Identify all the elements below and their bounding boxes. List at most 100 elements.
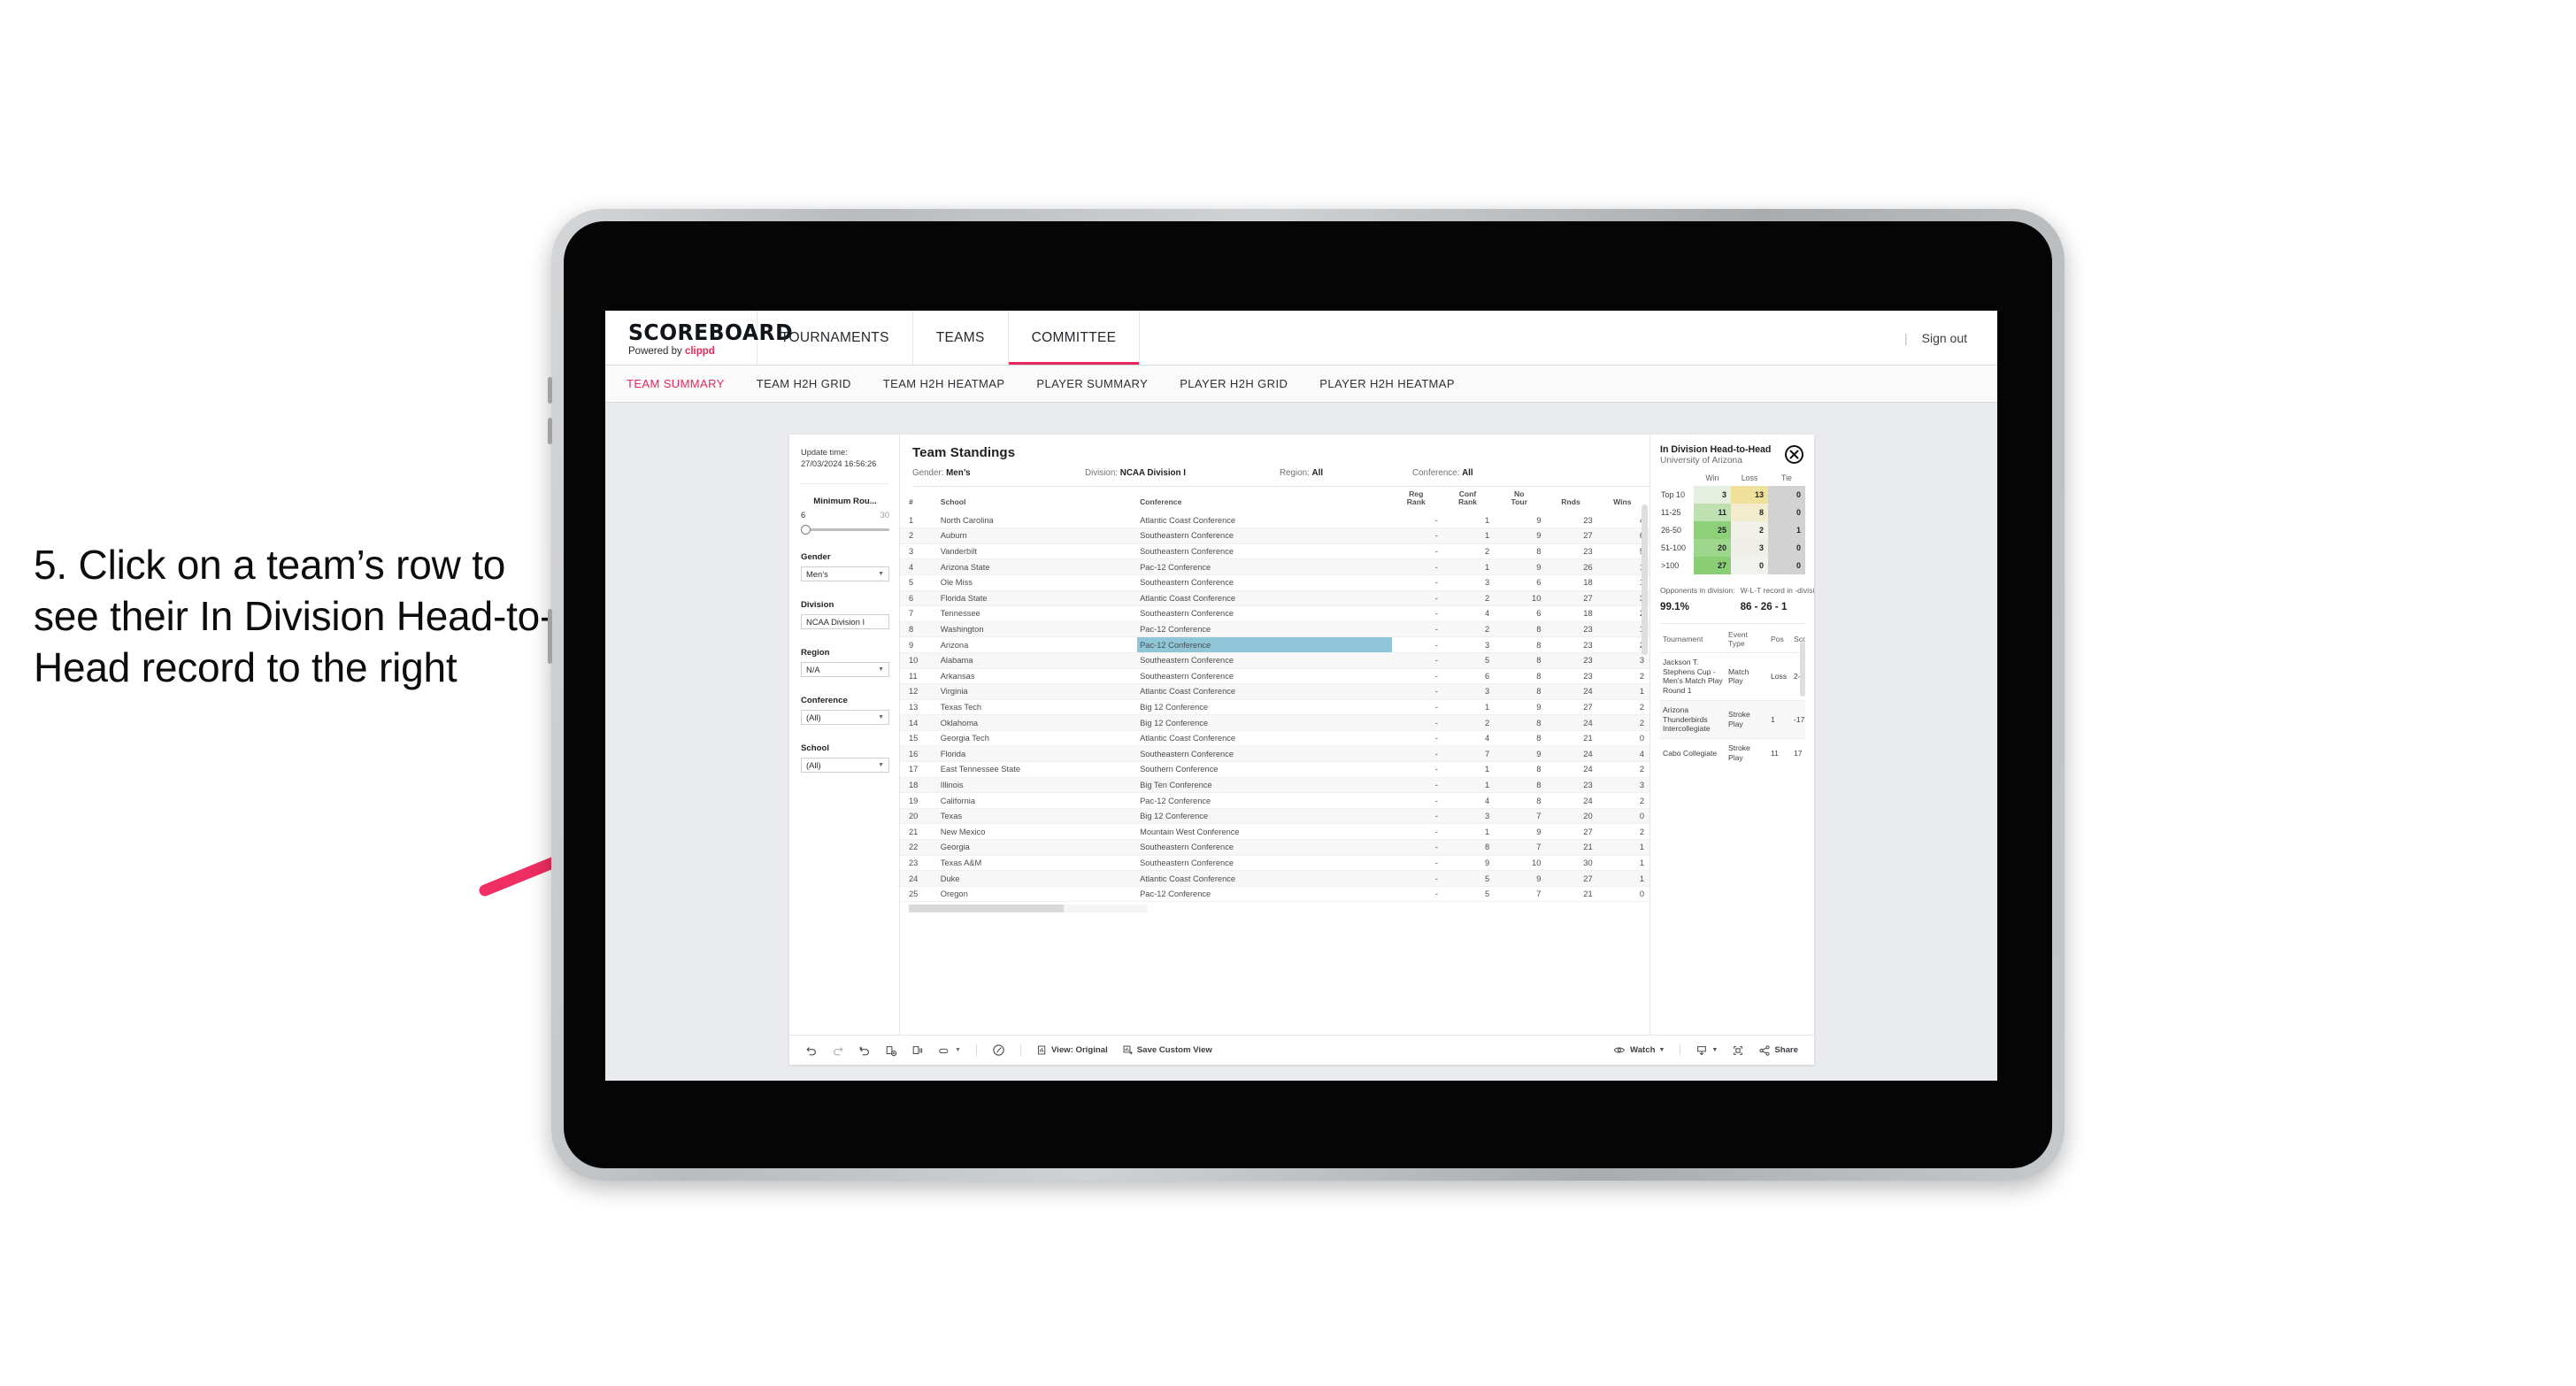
horizontal-scrollbar[interactable]	[909, 905, 1148, 913]
table-row[interactable]: 12 Virginia Atlantic Coast Conference -3 8 24…	[900, 683, 1649, 700]
h2h-cell-loss[interactable]: 8	[1731, 504, 1768, 521]
device-button-volume-down[interactable]	[548, 418, 552, 444]
cell-reg-rank[interactable]: -	[1391, 761, 1443, 778]
cell-school[interactable]: East Tennessee State	[937, 761, 1138, 778]
cell-reg-rank[interactable]: -	[1391, 527, 1443, 544]
cell-no-tour[interactable]: 8	[1495, 683, 1547, 700]
undo-icon[interactable]	[798, 1044, 825, 1057]
cell-rnds[interactable]: 23	[1546, 636, 1598, 653]
cell-conference[interactable]: Pac-12 Conference	[1137, 621, 1392, 638]
cell-no-tour[interactable]: 7	[1495, 839, 1547, 856]
cell-school[interactable]: Duke	[937, 870, 1138, 887]
h2h-cell-win[interactable]: 25	[1694, 521, 1731, 539]
cell-no-tour[interactable]: 8	[1495, 714, 1547, 731]
cell-conf-rank[interactable]: 3	[1442, 636, 1496, 653]
cell-no-tour[interactable]: 8	[1495, 652, 1547, 669]
cell-conf-rank[interactable]: 8	[1442, 839, 1496, 856]
cell-school[interactable]: Arizona	[937, 636, 1138, 653]
cell-conference[interactable]: Southeastern Conference	[1137, 574, 1392, 591]
fullscreen-button[interactable]	[1725, 1044, 1751, 1057]
cell-conference[interactable]: Pac-12 Conference	[1137, 558, 1392, 575]
cell-rank[interactable]: 15	[900, 730, 938, 747]
cell-conference[interactable]: Southeastern Conference	[1137, 652, 1392, 669]
cell-conf-rank[interactable]: 1	[1442, 777, 1496, 794]
cell-no-tour[interactable]: 6	[1495, 605, 1547, 622]
refresh-data-icon[interactable]	[878, 1044, 904, 1057]
tab-team-summary[interactable]: TEAM SUMMARY	[627, 377, 725, 390]
sign-out-link[interactable]: Sign out	[1922, 331, 1967, 345]
cell-school[interactable]: Texas A&M	[937, 855, 1138, 872]
cell-school[interactable]: Alabama	[937, 652, 1138, 669]
table-row[interactable]: 25 Oregon Pac-12 Conference -5 7 21 0	[900, 886, 1649, 903]
cell-no-tour[interactable]: 8	[1495, 761, 1547, 778]
cell-conf-rank[interactable]: 1	[1442, 512, 1496, 529]
h2h-cell-win[interactable]: 11	[1694, 504, 1731, 521]
cell-conf-rank[interactable]: 3	[1442, 683, 1496, 700]
h2h-cell-tie[interactable]: 0	[1768, 504, 1805, 521]
cell-school[interactable]: Florida	[937, 745, 1138, 763]
cell-rank[interactable]: 6	[900, 590, 938, 607]
cell-reg-rank[interactable]: -	[1391, 808, 1443, 825]
h2h-cell-loss[interactable]: 2	[1731, 521, 1768, 539]
cell-conf-rank[interactable]: 4	[1442, 730, 1496, 747]
table-row[interactable]: 9ArizonaPac-12 Conference-38232	[900, 636, 1649, 653]
cell-conf-rank[interactable]: 4	[1442, 792, 1496, 809]
nav-teams[interactable]: TEAMS	[913, 311, 1009, 365]
cell-school[interactable]: California	[937, 792, 1138, 809]
cell-school[interactable]: Texas Tech	[937, 699, 1138, 716]
col-school[interactable]: School	[937, 487, 1138, 513]
table-row[interactable]: 3VanderbiltSoutheastern Conference-28235	[900, 543, 1649, 560]
cell-no-tour[interactable]: 8	[1495, 777, 1547, 794]
h2h-cell-tie[interactable]: 0	[1768, 557, 1805, 574]
filter-gender-select[interactable]: Men’s ▼	[801, 566, 889, 582]
cell-conference[interactable]: Big Ten Conference	[1137, 777, 1392, 794]
cell-no-tour[interactable]: 7	[1495, 808, 1547, 825]
vertical-scrollbar-thumb[interactable]	[1642, 504, 1648, 655]
watch-button[interactable]: Watch ▼	[1606, 1044, 1672, 1056]
table-row[interactable]: 2AuburnSoutheastern Conference-19276	[900, 527, 1649, 544]
cell-conf-rank[interactable]: 3	[1442, 574, 1496, 591]
cell-conf-rank[interactable]: 2	[1442, 621, 1496, 638]
col-rank[interactable]: #	[900, 487, 938, 513]
cell-conference[interactable]: Pac-12 Conference	[1137, 636, 1392, 653]
cell-conference[interactable]: Pac-12 Conference	[1137, 792, 1392, 809]
table-row[interactable]: 1 North Carolina Atlantic Coast Conference…	[900, 512, 1649, 529]
table-row[interactable]: 22 Georgia Southeastern Conference -8 7 21 1	[900, 839, 1649, 856]
cell-rnds[interactable]: 27	[1546, 527, 1598, 544]
cell-reg-rank[interactable]: -	[1391, 886, 1443, 903]
cell-conf-rank[interactable]: 4	[1442, 605, 1496, 622]
cell-rank[interactable]: 4	[900, 558, 938, 575]
h2h-cell-loss[interactable]: 0	[1731, 557, 1768, 574]
list-item[interactable]: Cabo Collegiate Stroke Play 11 17	[1660, 738, 1805, 767]
share-button[interactable]: Share	[1751, 1044, 1805, 1057]
cell-conf-rank[interactable]: 2	[1442, 590, 1496, 607]
cell-conference[interactable]: Atlantic Coast Conference	[1137, 730, 1392, 747]
device-button-side[interactable]	[548, 609, 552, 664]
cell-conf-rank[interactable]: 3	[1442, 808, 1496, 825]
cell-school[interactable]: New Mexico	[937, 823, 1138, 841]
cell-rank[interactable]: 10	[900, 652, 938, 669]
cell-school[interactable]: North Carolina	[937, 512, 1138, 529]
col-rnds[interactable]: Rnds	[1546, 487, 1598, 513]
tab-team-h2h-heatmap[interactable]: TEAM H2H HEATMAP	[883, 377, 1005, 390]
cell-no-tour[interactable]: 8	[1495, 730, 1547, 747]
table-row[interactable]: 7TennesseeSoutheastern Conference-46182	[900, 605, 1649, 622]
h2h-cell-win[interactable]: 27	[1694, 557, 1731, 574]
cell-school[interactable]: Oklahoma	[937, 714, 1138, 731]
cell-rnds[interactable]: 27	[1546, 870, 1598, 887]
cell-conf-rank[interactable]: 5	[1442, 870, 1496, 887]
cell-rank[interactable]: 18	[900, 777, 938, 794]
cell-reg-rank[interactable]: -	[1391, 792, 1443, 809]
cell-reg-rank[interactable]: -	[1391, 668, 1443, 685]
cell-reg-rank[interactable]: -	[1391, 605, 1443, 622]
cell-conf-rank[interactable]: 1	[1442, 761, 1496, 778]
tab-team-h2h-grid[interactable]: TEAM H2H GRID	[757, 377, 851, 390]
cell-rank[interactable]: 3	[900, 543, 938, 560]
cell-no-tour[interactable]: 9	[1495, 699, 1547, 716]
dashboard-icon[interactable]	[985, 1043, 1012, 1057]
cell-rnds[interactable]: 23	[1546, 543, 1598, 560]
cell-no-tour[interactable]: 9	[1495, 745, 1547, 763]
tab-player-summary[interactable]: PLAYER SUMMARY	[1036, 377, 1148, 390]
cell-conference[interactable]: Southeastern Conference	[1137, 855, 1392, 872]
nav-committee[interactable]: COMMITTEE	[1008, 311, 1141, 365]
